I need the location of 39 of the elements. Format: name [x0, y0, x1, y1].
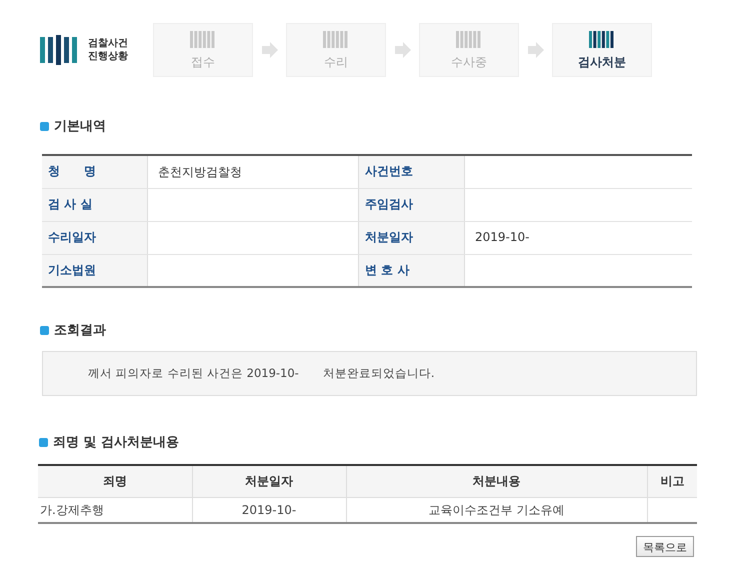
field-label: 처분일자: [358, 221, 464, 254]
column-header: 처분일자: [192, 465, 346, 498]
field-label: 주임검사: [358, 188, 464, 221]
bars-icon: [190, 30, 216, 48]
field-label: 변 호 사: [358, 254, 464, 287]
result-message: 께서 피의자로 수리된 사건은 2019-10- 처분완료되었습니다.: [88, 366, 434, 381]
bullet-icon: [39, 438, 48, 446]
table-cell: 가.강제추행: [38, 498, 192, 523]
field-label: 검 사 실: [42, 188, 148, 221]
step: 수리: [286, 23, 386, 77]
step: 수사중: [419, 23, 519, 77]
bars-icon: [589, 30, 615, 48]
field-label: 사건번호: [358, 155, 464, 188]
section-title: 죄명 및 검사처분내용: [53, 434, 180, 451]
bars-icon: [323, 30, 349, 48]
bullet-icon: [40, 326, 49, 334]
arrow-icon: [528, 42, 544, 58]
column-header: 죄명: [38, 465, 192, 498]
bullet-icon: [40, 122, 49, 130]
logo-text: 진행상황: [88, 50, 128, 63]
section-title: 조회결과: [54, 322, 106, 339]
field-label: 청 명: [42, 155, 148, 188]
field-label: 수리일자: [42, 221, 148, 254]
table-cell: 교육이수조건부 기소유예: [346, 498, 647, 523]
bars-icon: [456, 30, 482, 48]
list-button[interactable]: 목록으로: [636, 536, 694, 557]
logo-text: 검찰사건: [88, 37, 128, 50]
section-title: 기본내역: [54, 118, 106, 135]
logo-icon: [40, 35, 80, 65]
arrow-icon: [262, 42, 278, 58]
field-value: 춘천지방검찰청: [148, 155, 358, 188]
column-header: 비고: [647, 465, 697, 498]
column-header: 처분내용: [346, 465, 647, 498]
step: 접수: [153, 23, 253, 77]
step: 검사처분: [552, 23, 652, 77]
table-cell: 2019-10-: [192, 498, 346, 523]
field-label: 기소법원: [42, 254, 148, 287]
arrow-icon: [395, 42, 411, 58]
field-value: 2019-10-: [464, 221, 692, 254]
